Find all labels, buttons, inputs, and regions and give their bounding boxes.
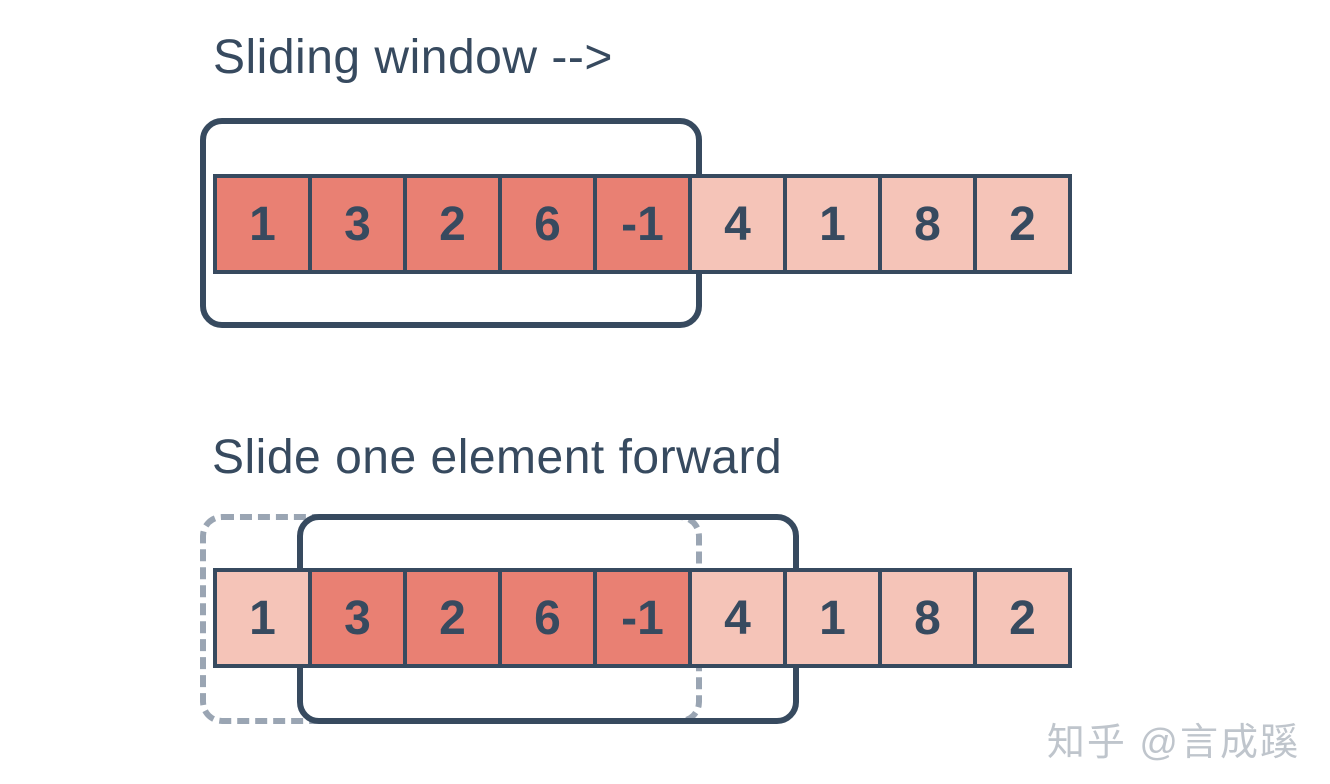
array-cell: 4 [688,174,787,274]
array-cell: 2 [403,174,502,274]
array-cell: 6 [498,568,597,668]
array-cell: 3 [308,174,407,274]
diagram-canvas: Sliding window --> 1326-14182 Slide one … [0,0,1330,784]
array-cell: 6 [498,174,597,274]
array-cell: 2 [403,568,502,668]
array-row-2: 1326-14182 [213,568,1072,668]
array-cell: 1 [783,568,882,668]
array-cell: 8 [878,568,977,668]
array-row-1: 1326-14182 [213,174,1072,274]
array-cell: 1 [213,568,312,668]
title-sliding-window: Sliding window --> [213,30,613,85]
array-cell: -1 [593,174,692,274]
array-cell: 2 [973,174,1072,274]
title-slide-forward: Slide one element forward [212,430,782,485]
array-cell: 4 [688,568,787,668]
watermark-text: 知乎 @言成蹊 [1047,711,1300,766]
array-cell: 1 [213,174,312,274]
array-cell: 1 [783,174,882,274]
array-cell: 8 [878,174,977,274]
array-cell: 2 [973,568,1072,668]
array-cell: -1 [593,568,692,668]
array-cell: 3 [308,568,407,668]
